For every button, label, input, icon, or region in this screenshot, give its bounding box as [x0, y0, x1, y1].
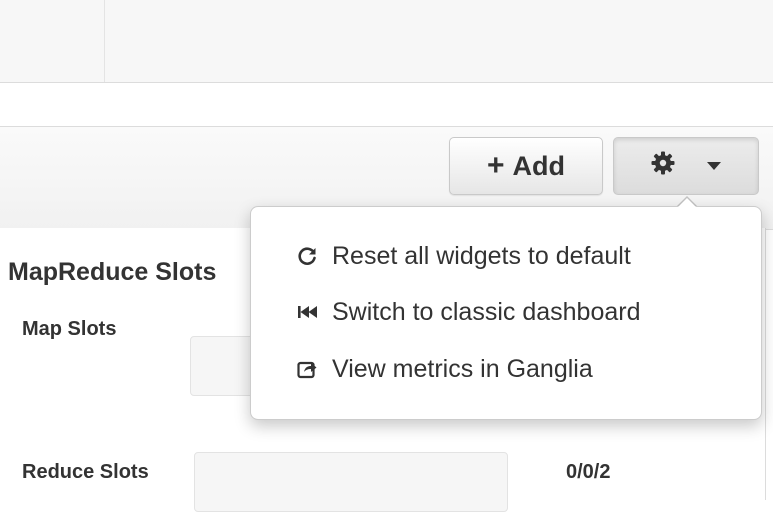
reduce-slots-bar: [194, 452, 508, 512]
add-button-label: Add: [512, 150, 565, 181]
gear-icon: [651, 151, 675, 182]
menu-item-label: Switch to classic dashboard: [332, 297, 641, 326]
menu-item-label: View metrics in Ganglia: [332, 354, 593, 383]
menu-item-view-ganglia[interactable]: View metrics in Ganglia: [296, 349, 593, 389]
chevron-down-icon: [707, 162, 721, 170]
reduce-slots-value: 0/0/2: [566, 461, 611, 483]
top-nav-bar: [0, 0, 773, 83]
nav-separator: [104, 0, 105, 82]
backward-icon: [296, 301, 318, 323]
reduce-slots-label: Reduce Slots: [22, 461, 149, 483]
menu-item-reset-widgets[interactable]: Reset all widgets to default: [296, 236, 631, 276]
menu-item-label: Reset all widgets to default: [332, 241, 631, 270]
external-link-icon: [296, 358, 318, 380]
map-slots-label: Map Slots: [22, 318, 117, 340]
plus-icon: +: [486, 149, 505, 182]
menu-item-classic-dashboard[interactable]: Switch to classic dashboard: [296, 292, 640, 332]
widget-title: MapReduce Slots: [8, 258, 217, 286]
refresh-icon: [296, 245, 318, 267]
dropdown-arrow-inner: [678, 198, 696, 207]
settings-dropdown-button[interactable]: [613, 137, 759, 195]
add-widget-button[interactable]: + Add: [449, 137, 603, 195]
